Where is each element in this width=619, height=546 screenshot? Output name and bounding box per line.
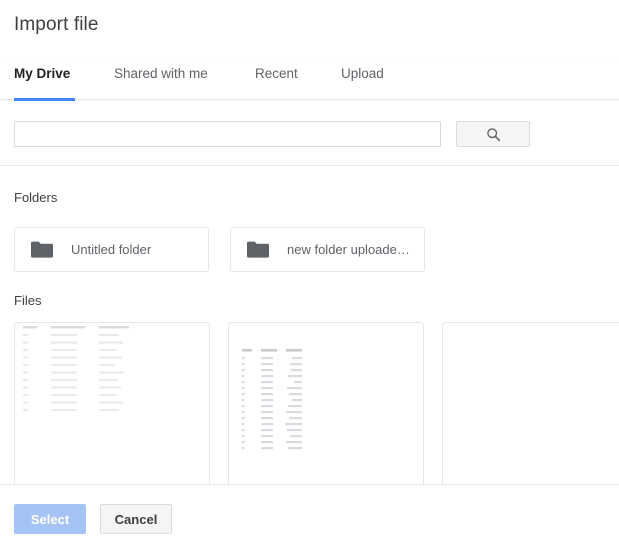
folder-name: Untitled folder bbox=[71, 242, 152, 257]
folder-card-new-folder-upload[interactable]: new folder uploade… bbox=[230, 227, 425, 272]
dialog-footer: Select Cancel bbox=[0, 484, 619, 546]
folder-icon bbox=[31, 241, 53, 258]
folder-icon bbox=[247, 241, 269, 258]
file-browser-content: Folders Untitled folder new folder uploa… bbox=[0, 166, 619, 484]
file-card[interactable] bbox=[14, 322, 210, 484]
search-button[interactable] bbox=[456, 121, 530, 147]
folder-card-untitled-folder[interactable]: Untitled folder bbox=[14, 227, 209, 272]
tab-recent[interactable]: Recent bbox=[255, 66, 298, 81]
search-input[interactable] bbox=[14, 121, 441, 147]
file-card[interactable] bbox=[228, 322, 424, 484]
folder-name: new folder uploade… bbox=[287, 242, 410, 257]
section-label-folders: Folders bbox=[14, 190, 58, 205]
select-button[interactable]: Select bbox=[14, 504, 86, 534]
tab-upload[interactable]: Upload bbox=[341, 66, 384, 81]
tab-my-drive[interactable]: My Drive bbox=[14, 66, 70, 81]
cancel-button[interactable]: Cancel bbox=[100, 504, 172, 534]
file-thumbnail-spreadsheet bbox=[242, 349, 312, 459]
file-thumbnail-spreadsheet bbox=[15, 324, 151, 421]
tab-bar: My Drive Shared with me Recent Upload bbox=[0, 58, 619, 101]
file-card[interactable] bbox=[442, 322, 619, 484]
search-icon bbox=[486, 127, 501, 142]
section-label-files: Files bbox=[14, 293, 42, 308]
tab-shared-with-me[interactable]: Shared with me bbox=[114, 66, 208, 81]
search-bar bbox=[0, 101, 619, 166]
page-title: Import file bbox=[14, 14, 99, 35]
